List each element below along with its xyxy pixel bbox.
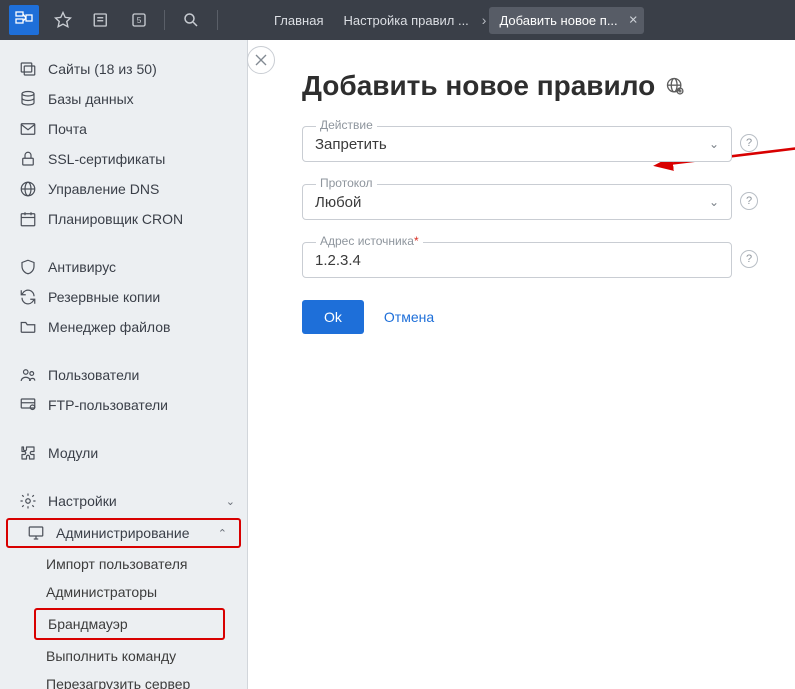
chevron-down-icon: ⌄ — [226, 495, 235, 508]
separator — [164, 10, 165, 30]
database-icon — [18, 90, 38, 108]
page-title-text: Добавить новое правило — [302, 70, 655, 102]
shield-icon — [18, 258, 38, 276]
sidebar-item-label: Почта — [48, 121, 87, 137]
search-icon[interactable] — [179, 8, 203, 32]
action-value: Запретить — [315, 136, 387, 153]
source-input[interactable] — [315, 252, 719, 269]
sub-item-import-user[interactable]: Импорт пользователя — [0, 550, 247, 578]
sidebar-item-ftp-users[interactable]: FTP-пользователи — [0, 390, 247, 420]
sidebar-item-label: Антивирус — [48, 259, 116, 275]
gear-icon — [18, 492, 38, 510]
sidebar-item-label: Администрирование — [56, 525, 190, 541]
sidebar-item-dns[interactable]: Управление DNS — [0, 174, 247, 204]
chevron-up-icon: ⌃ — [218, 527, 227, 540]
ftp-icon — [18, 396, 38, 414]
page-title: Добавить новое правило — [302, 70, 775, 102]
sidebar: Сайты (18 из 50) Базы данных Почта SSL-с… — [0, 40, 248, 689]
breadcrumb-rules[interactable]: Настройка правил ... — [333, 7, 478, 34]
sidebar-item-label: Базы данных — [48, 91, 134, 107]
sidebar-item-label: Резервные копии — [48, 289, 160, 305]
protocol-value: Любой — [315, 194, 361, 211]
globe-icon — [665, 76, 685, 96]
users-icon — [18, 366, 38, 384]
field-source: Адрес источника* ? — [302, 242, 732, 278]
sub-item-reboot[interactable]: Перезагрузить сервер — [0, 670, 247, 689]
separator — [217, 10, 218, 30]
field-protocol: Протокол Любой ⌄ ? — [302, 184, 732, 220]
sidebar-item-antivirus[interactable]: Антивирус — [0, 252, 247, 282]
sidebar-item-modules[interactable]: Модули — [0, 438, 247, 468]
field-action: Действие Запретить ⌄ ? — [302, 126, 732, 162]
news-icon[interactable] — [89, 8, 113, 32]
monitor-icon — [26, 524, 46, 542]
active-tab-label: Добавить новое п... — [499, 13, 617, 28]
sub-item-run-command[interactable]: Выполнить команду — [0, 642, 247, 670]
globe-icon — [18, 180, 38, 198]
refresh-icon — [18, 288, 38, 306]
sidebar-item-cron[interactable]: Планировщик CRON — [0, 204, 247, 234]
help-icon[interactable]: ? — [740, 250, 758, 268]
sidebar-item-label: SSL-сертификаты — [48, 151, 165, 167]
ok-button[interactable]: Ok — [302, 300, 364, 334]
svg-text:5: 5 — [137, 16, 142, 25]
chevron-down-icon: ⌄ — [709, 137, 719, 151]
chevron-right-icon: › — [482, 12, 487, 28]
close-tab-icon[interactable]: × — [629, 12, 638, 29]
field-label: Действие — [316, 118, 377, 132]
sidebar-item-administration[interactable]: Администрирование ⌃ — [6, 518, 241, 548]
sidebar-item-settings[interactable]: Настройки ⌄ — [0, 486, 247, 516]
field-label: Протокол — [316, 176, 377, 190]
sidebar-item-ssl[interactable]: SSL-сертификаты — [0, 144, 247, 174]
sidebar-item-label: Пользователи — [48, 367, 139, 383]
folder-icon — [18, 318, 38, 336]
puzzle-icon — [18, 444, 38, 462]
app-logo[interactable] — [9, 5, 39, 35]
sidebar-item-users[interactable]: Пользователи — [0, 360, 247, 390]
sidebar-item-label: FTP-пользователи — [48, 397, 168, 413]
sidebar-item-sites[interactable]: Сайты (18 из 50) — [0, 54, 247, 84]
sidebar-item-mail[interactable]: Почта — [0, 114, 247, 144]
content-area: Добавить новое правило Действие Запретит… — [248, 40, 795, 689]
sidebar-item-backups[interactable]: Резервные копии — [0, 282, 247, 312]
sidebar-item-label: Управление DNS — [48, 181, 159, 197]
sidebar-item-filemanager[interactable]: Менеджер файлов — [0, 312, 247, 342]
calendar-icon — [18, 210, 38, 228]
sidebar-item-databases[interactable]: Базы данных — [0, 84, 247, 114]
mail-icon — [18, 120, 38, 138]
sub-item-firewall[interactable]: Брандмауэр — [34, 608, 225, 640]
sub-item-admins[interactable]: Администраторы — [0, 578, 247, 606]
sidebar-item-label: Модули — [48, 445, 98, 461]
chevron-down-icon: ⌄ — [709, 195, 719, 209]
breadcrumb-home[interactable]: Главная — [264, 7, 333, 34]
cancel-link[interactable]: Отмена — [384, 309, 434, 325]
sidebar-item-label: Менеджер файлов — [48, 319, 171, 335]
sites-icon — [18, 60, 38, 78]
collapse-sidebar-button[interactable] — [247, 46, 275, 74]
count-icon[interactable]: 5 — [127, 8, 151, 32]
sidebar-item-label: Сайты (18 из 50) — [48, 61, 157, 77]
sidebar-item-label: Настройки — [48, 493, 117, 509]
field-label: Адрес источника* — [316, 234, 423, 248]
breadcrumb-active-tab[interactable]: Добавить новое п... × — [489, 7, 643, 34]
sidebar-item-label: Планировщик CRON — [48, 211, 183, 227]
lock-icon — [18, 150, 38, 168]
star-icon[interactable] — [51, 8, 75, 32]
top-bar: 5 Главная Настройка правил ... › Добавит… — [0, 0, 795, 40]
help-icon[interactable]: ? — [740, 134, 758, 152]
help-icon[interactable]: ? — [740, 192, 758, 210]
